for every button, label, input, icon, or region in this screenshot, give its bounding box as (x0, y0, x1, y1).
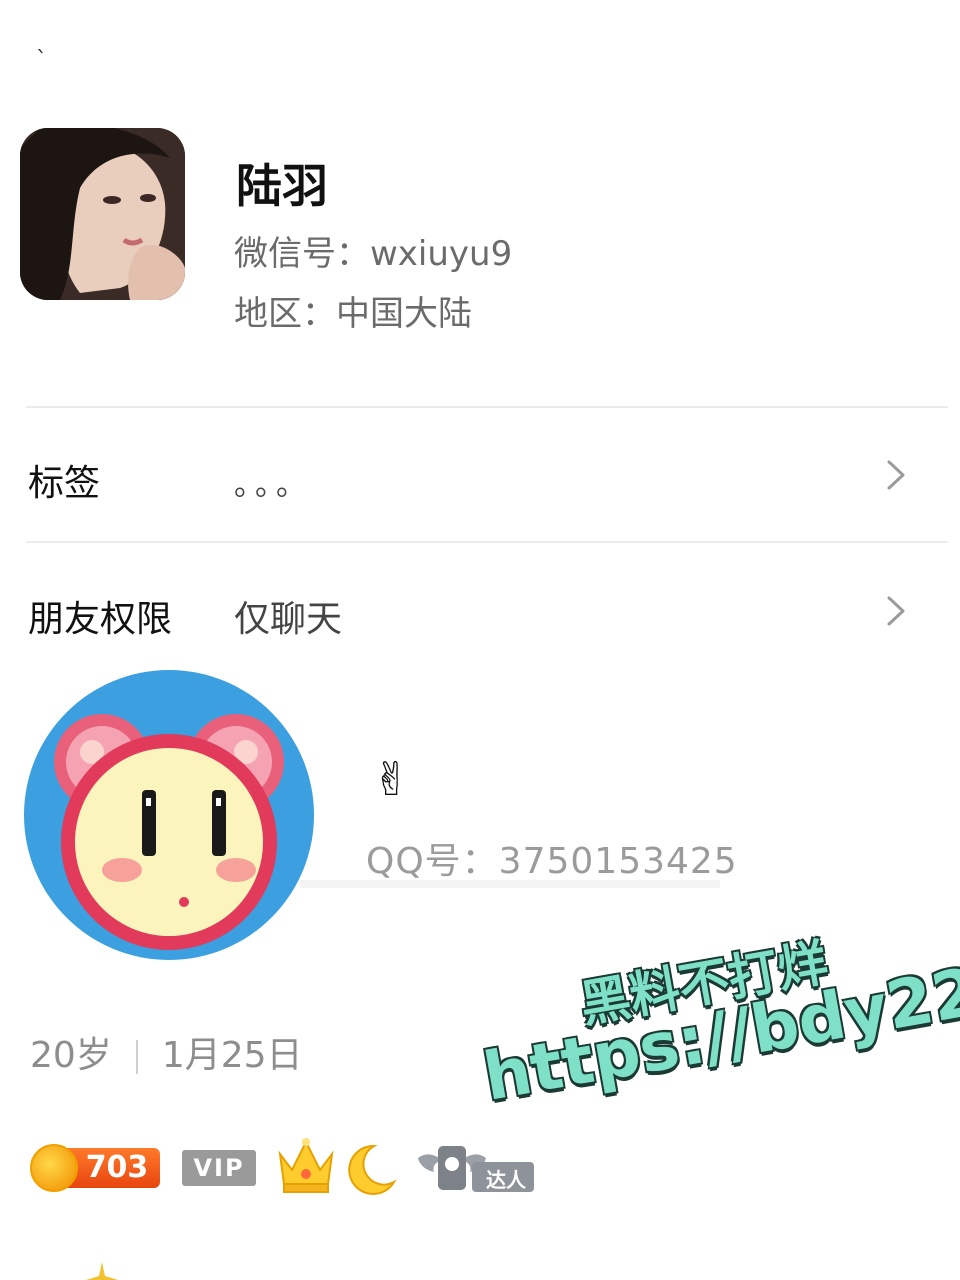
divider (26, 406, 948, 408)
age-birthday-row: 20岁 1月25日 (30, 1026, 303, 1078)
crown-icon[interactable] (274, 1134, 338, 1196)
moon-icon[interactable] (344, 1142, 398, 1196)
status-tick: ` (36, 48, 47, 73)
tags-value: 。。。 (234, 468, 312, 503)
qq-avatar[interactable] (24, 670, 314, 960)
expert-badge[interactable]: 达人 (416, 1140, 536, 1196)
profile-region: 地区：中国大陆 (234, 294, 472, 334)
age: 20岁 (30, 1035, 112, 1076)
victory-hand-icon: ✌ (372, 752, 411, 806)
birthday: 1月25日 (161, 1035, 303, 1076)
coin-icon (30, 1144, 78, 1192)
separator (135, 1040, 138, 1074)
sparkle-icon (86, 1262, 118, 1280)
card-shadow (300, 880, 720, 888)
chevron-right-icon (887, 596, 905, 626)
vip-badge[interactable]: VIP (182, 1150, 256, 1186)
divider (26, 541, 948, 543)
profile-avatar[interactable] (20, 128, 185, 300)
expert-label: 达人 (486, 1168, 526, 1192)
friend-permission-value: 仅聊天 (234, 599, 343, 640)
chevron-right-icon (887, 460, 905, 490)
level-badge[interactable]: 703 (30, 1144, 162, 1192)
wechat-id: 微信号：wxiuyu9 (234, 234, 513, 274)
tags-label: 标签 (28, 463, 101, 504)
qq-number: QQ号：3750153425 (366, 841, 738, 882)
friend-permission-label: 朋友权限 (28, 599, 173, 640)
profile-name: 陆羽 (236, 159, 328, 213)
